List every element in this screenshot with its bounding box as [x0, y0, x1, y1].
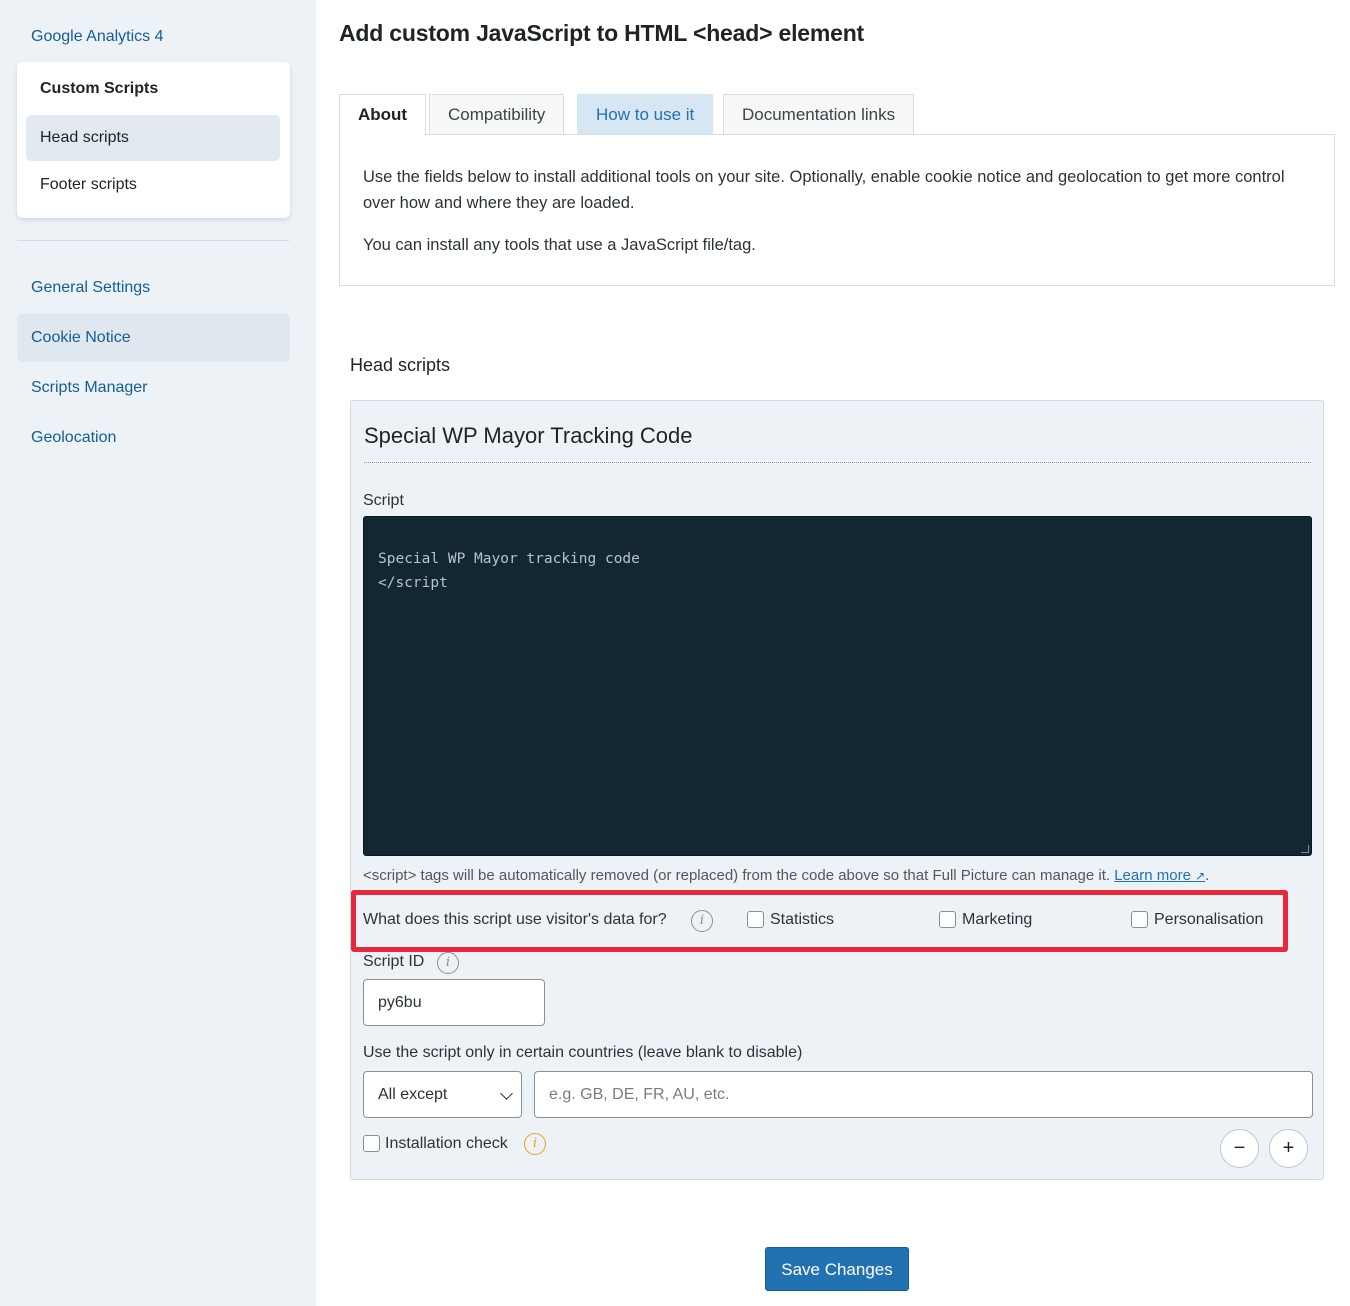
sidebar-item-geolocation[interactable]: Geolocation — [17, 414, 290, 462]
usage-question: What does this script use visitor's data… — [363, 911, 667, 928]
tab-compatibility[interactable]: Compatibility — [429, 94, 565, 135]
code-line: Special WP Mayor tracking code — [378, 551, 640, 567]
remove-script-button[interactable]: − — [1220, 1129, 1259, 1168]
about-paragraph-1: Use the fields below to install addition… — [363, 168, 1285, 212]
sidebar-item-footer-scripts[interactable]: Footer scripts — [26, 162, 280, 208]
page-title: Add custom JavaScript to HTML <head> ele… — [339, 20, 865, 46]
personalisation-checkbox[interactable] — [1131, 911, 1148, 928]
script-card: Special WP Mayor Tracking Code Script Sp… — [350, 400, 1324, 1180]
usage-highlight-box: What does this script use visitor's data… — [351, 890, 1288, 952]
script-label: Script — [363, 492, 404, 509]
marketing-checkbox[interactable] — [939, 911, 956, 928]
script-code-editor[interactable]: Special WP Mayor tracking code </script — [363, 516, 1312, 856]
countries-label: Use the script only in certain countries… — [363, 1044, 803, 1061]
submenu-heading: Custom Scripts — [40, 80, 159, 97]
sidebar-item-scripts-manager[interactable]: Scripts Manager — [17, 364, 290, 412]
sidebar-item-google-analytics-4[interactable]: Google Analytics 4 — [31, 28, 164, 46]
info-icon[interactable]: i — [524, 1133, 546, 1155]
tab-documentation-links[interactable]: Documentation links — [723, 94, 915, 135]
sidebar-item-head-scripts[interactable]: Head scripts — [26, 115, 280, 161]
learn-more-link[interactable]: Learn more ↗ — [1114, 867, 1205, 884]
divider — [364, 462, 1311, 463]
info-icon[interactable]: i — [691, 910, 713, 932]
script-note: <script> tags will be automatically remo… — [363, 867, 1210, 884]
submenu-custom-scripts: Custom Scripts Head scripts Footer scrip… — [17, 62, 290, 218]
statistics-label: Statistics — [770, 911, 835, 928]
statistics-checkbox[interactable] — [747, 911, 764, 928]
tab-about[interactable]: About — [339, 94, 427, 136]
external-link-icon: ↗ — [1195, 869, 1206, 883]
sidebar-item-cookie-notice[interactable]: Cookie Notice — [17, 314, 290, 362]
about-paragraph-2: You can install any tools that use a Jav… — [363, 236, 756, 254]
sidebar-item-general-settings[interactable]: General Settings — [17, 264, 290, 312]
add-script-button[interactable]: + — [1269, 1129, 1308, 1168]
marketing-label: Marketing — [962, 911, 1033, 928]
sidebar-divider — [17, 240, 289, 241]
chevron-down-icon — [500, 1087, 513, 1100]
section-title: Head scripts — [350, 355, 451, 375]
countries-mode-value: All except — [378, 1086, 448, 1103]
countries-mode-select[interactable]: All except — [363, 1071, 522, 1118]
script-name: Special WP Mayor Tracking Code — [364, 423, 693, 448]
script-id-label: Script ID — [363, 953, 425, 970]
save-changes-button[interactable]: Save Changes — [765, 1247, 909, 1291]
info-icon[interactable]: i — [437, 952, 459, 974]
installation-check-checkbox[interactable] — [363, 1135, 380, 1152]
installation-check-label: Installation check — [385, 1135, 508, 1152]
script-id-input[interactable]: py6bu — [363, 979, 545, 1026]
sidebar: Google Analytics 4 Custom Scripts Head s… — [0, 0, 316, 1306]
code-line: </script — [378, 575, 448, 591]
note-text: <script> tags will be automatically remo… — [363, 867, 1115, 884]
personalisation-label: Personalisation — [1154, 911, 1264, 928]
tab-panel-about: Use the fields below to install addition… — [339, 134, 1335, 286]
tab-how-to-use-it[interactable]: How to use it — [577, 94, 714, 135]
resize-handle[interactable] — [1301, 845, 1309, 853]
countries-input[interactable]: e.g. GB, DE, FR, AU, etc. — [534, 1071, 1313, 1118]
